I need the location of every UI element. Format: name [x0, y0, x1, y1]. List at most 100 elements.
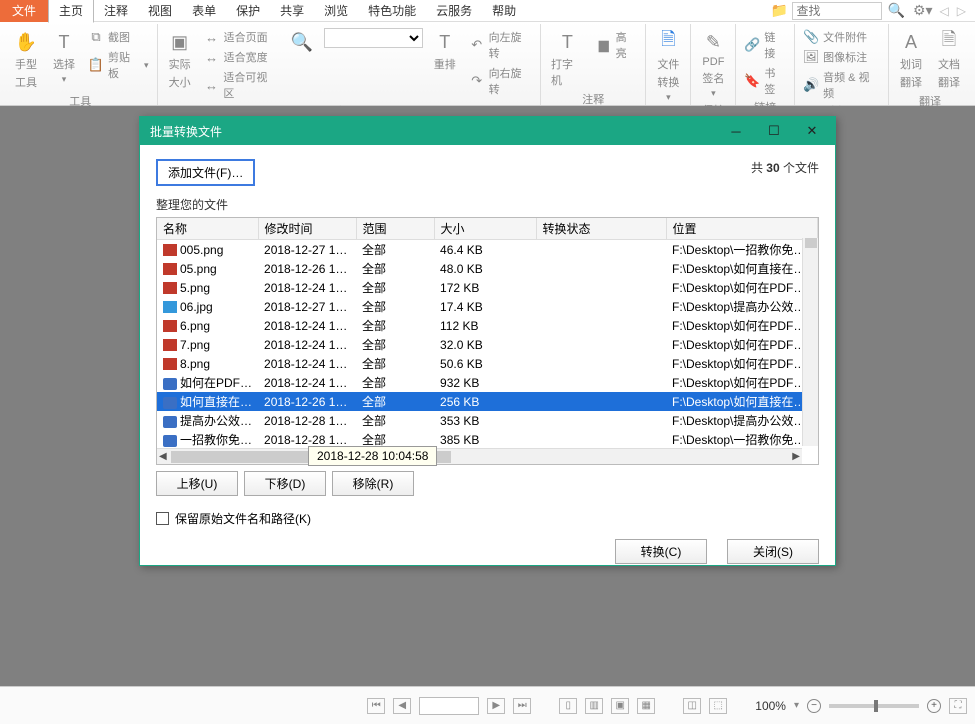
image-annot-button[interactable]: 🖼图像标注	[801, 48, 882, 66]
remove-button[interactable]: 移除(R)	[332, 471, 414, 496]
zoom-slider[interactable]	[829, 704, 919, 708]
select-button[interactable]: T选择▾	[48, 28, 80, 87]
highlight-button[interactable]: ▆高亮	[594, 28, 640, 62]
search-input[interactable]	[792, 2, 882, 20]
actual-size-button[interactable]: ▣实际大小	[164, 28, 196, 92]
table-row[interactable]: 06.jpg2018-12-27 1…全部17.4 KBF:\Desktop\提…	[157, 297, 818, 316]
typewriter-button[interactable]: T打字机	[547, 28, 588, 90]
gear-icon[interactable]: ⚙▾	[911, 2, 935, 19]
fit-width-button[interactable]: ↔适合宽度	[202, 48, 280, 66]
table-row[interactable]: 05.png2018-12-26 1…全部48.0 KBF:\Desktop\如…	[157, 259, 818, 278]
link-button[interactable]: 🔗链接	[742, 28, 788, 62]
maximize-button[interactable]: ☐	[755, 119, 793, 143]
fullscreen-icon[interactable]: ⛶	[949, 698, 967, 714]
table-row[interactable]: 如何直接在…2018-12-26 1…全部256 KBF:\Desktop\如何…	[157, 392, 818, 411]
cell: 256 KB	[434, 392, 536, 411]
col-header-2[interactable]: 范围	[356, 218, 434, 240]
vertical-scrollbar[interactable]	[802, 238, 818, 446]
scroll-left-icon[interactable]: ◀	[159, 451, 167, 462]
table-row[interactable]: 005.png2018-12-27 1…全部46.4 KBF:\Desktop\…	[157, 240, 818, 260]
table-row[interactable]: 一招教你免…2018-12-28 1…全部385 KBF:\Desktop\一招…	[157, 430, 818, 449]
bookmark-button[interactable]: 🔖书签	[742, 64, 788, 98]
scroll-right-icon[interactable]: ▶	[792, 451, 800, 462]
doc-translate-button[interactable]: 🗎文档翻译	[933, 28, 965, 92]
menu-tab-0[interactable]: 主页	[48, 0, 94, 23]
menu-tab-1[interactable]: 注释	[94, 0, 138, 22]
page-input[interactable]	[419, 697, 479, 715]
zoom-out-button[interactable]: −	[807, 699, 821, 713]
col-header-4[interactable]: 转换状态	[536, 218, 666, 240]
keep-original-checkbox[interactable]	[156, 512, 169, 525]
menu-tab-6[interactable]: 浏览	[314, 0, 358, 22]
fit-page-button[interactable]: ↔适合页面	[202, 28, 280, 46]
zoom-button[interactable]: 🔍	[286, 28, 318, 56]
col-header-3[interactable]: 大小	[434, 218, 536, 240]
move-up-button[interactable]: 上移(U)	[156, 471, 238, 496]
page-first-icon[interactable]: ⏮	[367, 698, 385, 714]
search-icon[interactable]: 🔍	[884, 2, 909, 19]
horizontal-scrollbar[interactable]: ◀ ▶	[157, 448, 802, 464]
nav-prev-icon[interactable]: ◁	[937, 4, 952, 18]
hand-tool-button[interactable]: ✋手型工具	[10, 28, 42, 92]
textview-button[interactable]: T重排	[429, 28, 461, 74]
add-file-button[interactable]: 添加文件(F)…	[156, 159, 255, 186]
layout-a-icon[interactable]: ◫	[683, 698, 701, 714]
fit-page-icon: ↔	[204, 29, 220, 45]
view-continuous-icon[interactable]: ▥	[585, 698, 603, 714]
close-dialog-button[interactable]: 关闭(S)	[727, 539, 819, 564]
cell: 一招教你免…	[157, 430, 258, 449]
table-row[interactable]: 8.png2018-12-24 1…全部50.6 KBF:\Desktop\如何…	[157, 354, 818, 373]
zoom-select[interactable]	[324, 28, 423, 48]
nav-next-icon[interactable]: ▷	[954, 4, 969, 18]
layout-b-icon[interactable]: ⬚	[709, 698, 727, 714]
file-attach-button[interactable]: 📎文件附件	[801, 28, 882, 46]
table-row[interactable]: 如何在PDF…2018-12-24 1…全部932 KBF:\Desktop\如…	[157, 373, 818, 392]
table-row[interactable]: 提高办公效…2018-12-28 1…全部353 KBF:\Desktop\提高…	[157, 411, 818, 430]
menu-tab-5[interactable]: 共享	[270, 0, 314, 22]
page-prev-icon[interactable]: ◀	[393, 698, 411, 714]
select-icon: T	[52, 30, 76, 54]
cell: 2018-12-26 1…	[258, 259, 356, 278]
col-header-5[interactable]: 位置	[666, 218, 817, 240]
view-facing-icon[interactable]: ▣	[611, 698, 629, 714]
dialog-titlebar[interactable]: 批量转换文件 ─ ☐ ✕	[140, 117, 835, 145]
close-button[interactable]: ✕	[793, 119, 831, 143]
word-translate-button[interactable]: A划词翻译	[895, 28, 927, 92]
clipboard-button[interactable]: 📋剪贴板▾	[86, 48, 151, 82]
zoom-in-button[interactable]: +	[927, 699, 941, 713]
view-single-icon[interactable]: ▯	[559, 698, 577, 714]
audio-video-button[interactable]: 🔊音频 & 视频	[801, 68, 882, 102]
minimize-button[interactable]: ─	[717, 119, 755, 143]
col-header-0[interactable]: 名称	[157, 218, 258, 240]
zoom-dropdown-icon[interactable]: ▾	[794, 700, 799, 711]
rotate-right-button[interactable]: ↷向右旋转	[467, 64, 534, 98]
menu-tab-8[interactable]: 云服务	[426, 0, 482, 22]
menu-tab-2[interactable]: 视图	[138, 0, 182, 22]
folder-search-icon[interactable]: 📁	[770, 2, 790, 20]
page-next-icon[interactable]: ▶	[487, 698, 505, 714]
screenshot-button[interactable]: ⧉截图	[86, 28, 151, 46]
table-row[interactable]: 7.png2018-12-24 1…全部32.0 KBF:\Desktop\如何…	[157, 335, 818, 354]
col-header-1[interactable]: 修改时间	[258, 218, 356, 240]
menu-tab-3[interactable]: 表单	[182, 0, 226, 22]
table-row[interactable]: 5.png2018-12-24 1…全部172 KBF:\Desktop\如何在…	[157, 278, 818, 297]
menu-tab-7[interactable]: 特色功能	[358, 0, 426, 22]
convert-button[interactable]: 转换(C)	[615, 539, 707, 564]
audio-video-icon: 🔊	[803, 77, 819, 93]
file-jpg-icon	[163, 301, 177, 313]
table-row[interactable]: 6.png2018-12-24 1…全部112 KBF:\Desktop\如何在…	[157, 316, 818, 335]
cell: F:\Desktop\提高办公效…	[666, 297, 817, 316]
file-convert-button[interactable]: 🗎文件转换▾	[652, 28, 684, 105]
fit-visible-button[interactable]: ↔适合可视区	[202, 68, 280, 102]
menu-tab-9[interactable]: 帮助	[482, 0, 526, 22]
view-cont-facing-icon[interactable]: ▦	[637, 698, 655, 714]
pdf-sign-button[interactable]: ✎PDF签名▾	[697, 28, 729, 101]
cell: 2018-12-27 1…	[258, 297, 356, 316]
zoom-value: 100%	[755, 699, 786, 713]
menu-tab-4[interactable]: 保护	[226, 0, 270, 22]
move-down-button[interactable]: 下移(D)	[244, 471, 326, 496]
search-area: 📁 🔍 ⚙▾ ◁ ▷	[770, 2, 975, 20]
page-last-icon[interactable]: ⏭	[513, 698, 531, 714]
menu-file[interactable]: 文件	[0, 0, 48, 22]
rotate-left-button[interactable]: ↶向左旋转	[467, 28, 534, 62]
